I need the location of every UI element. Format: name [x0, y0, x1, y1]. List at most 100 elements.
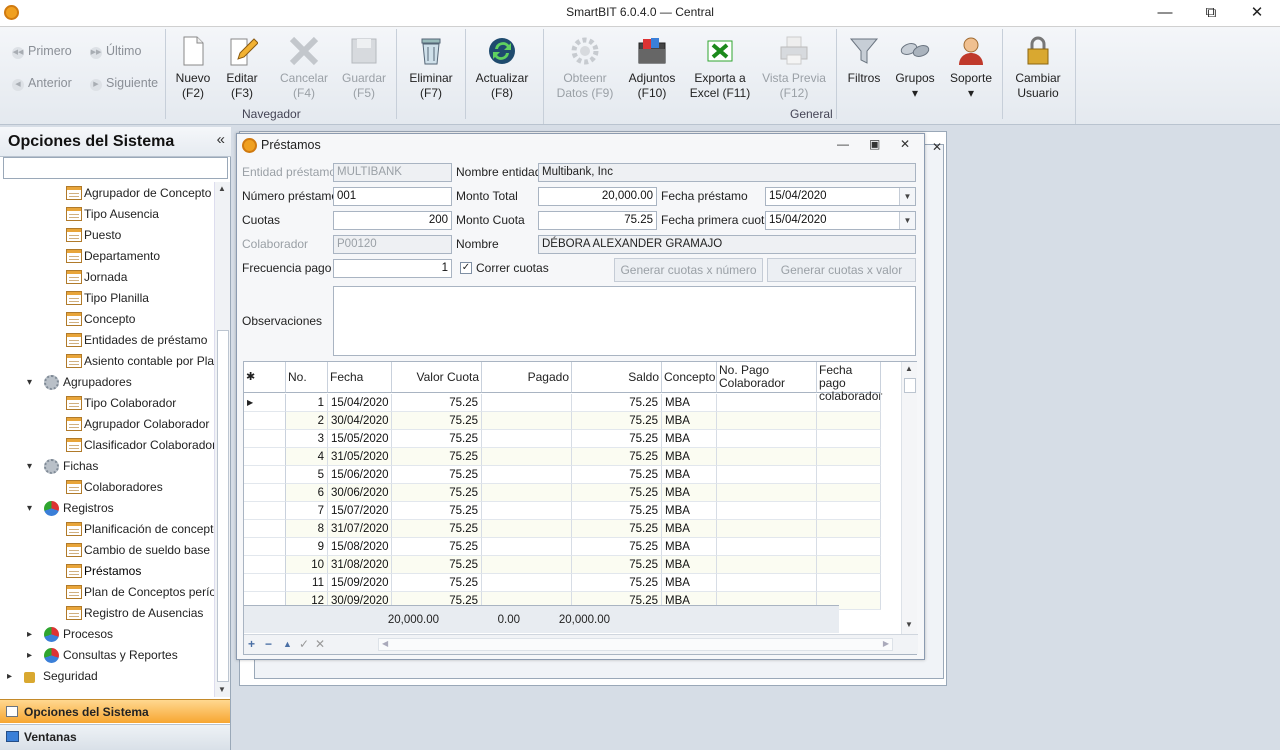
grid-cell[interactable]: 8	[286, 520, 328, 538]
grid-cell[interactable]	[817, 412, 881, 430]
grid-cell[interactable]: MBA	[662, 484, 717, 502]
scroll-down-icon[interactable]: ▼	[218, 685, 226, 694]
tree-item[interactable]: Clasificador Colaborador	[0, 435, 214, 456]
grid-cell[interactable]	[717, 538, 817, 556]
grid-cell[interactable]	[817, 484, 881, 502]
grid-cell[interactable]	[717, 574, 817, 592]
grid-cell[interactable]	[482, 466, 572, 484]
grid-cell[interactable]: 75.25	[392, 556, 482, 574]
dialog-restore-button[interactable]: ▣	[869, 137, 880, 151]
restore-button[interactable]: ⧉	[1188, 0, 1234, 27]
next-record-button[interactable]: ▶ Siguiente	[90, 76, 158, 91]
grid-cell[interactable]	[817, 430, 881, 448]
first-installment-date-field[interactable]: 15/04/2020 ▼	[765, 211, 916, 230]
dialog-close-button[interactable]: ✕	[900, 137, 910, 151]
grid-cell[interactable]: 75.25	[572, 538, 662, 556]
support-button[interactable]: Soporte ▾	[945, 35, 997, 101]
grid-cell[interactable]	[482, 484, 572, 502]
grid-cell[interactable]: 10	[286, 556, 328, 574]
grid-cell[interactable]: 75.25	[572, 502, 662, 520]
tree-item[interactable]: ▸ Consultas y Reportes	[0, 645, 214, 666]
tree-item[interactable]: Entidades de préstamo	[0, 330, 214, 351]
row-selector[interactable]	[244, 520, 286, 538]
confirm-icon[interactable]: ✓	[299, 637, 309, 651]
entity-name-field[interactable]: Multibank, Inc	[538, 163, 916, 182]
grid-cell[interactable]: 75.25	[392, 430, 482, 448]
expanded-caret-icon[interactable]: ▾	[27, 372, 32, 393]
grid-cell[interactable]	[817, 520, 881, 538]
tree-item[interactable]: Colaboradores	[0, 477, 214, 498]
grid-column-header[interactable]: Fecha	[328, 362, 392, 393]
tree-item[interactable]: Agrupador de Concepto	[0, 183, 214, 204]
chevron-down-icon[interactable]: ▼	[899, 212, 915, 229]
grid-cell[interactable]: 3	[286, 430, 328, 448]
grid-cell[interactable]	[817, 502, 881, 520]
system-options-tab[interactable]: Opciones del Sistema	[0, 699, 230, 723]
grid-cell[interactable]: 31/08/2020	[328, 556, 392, 574]
grid-cell[interactable]: MBA	[662, 502, 717, 520]
name-field[interactable]: DÉBORA ALEXANDER GRAMAJO	[538, 235, 916, 254]
background-close-icon[interactable]: ✕	[932, 140, 942, 154]
tree-search-input[interactable]	[3, 157, 228, 179]
grid-cell[interactable]: 1	[286, 394, 328, 412]
edit-button[interactable]: Editar (F3)	[219, 35, 265, 101]
minimize-button[interactable]: —	[1142, 0, 1188, 27]
grid-cell[interactable]	[717, 394, 817, 412]
tree-item[interactable]: Puesto	[0, 225, 214, 246]
grid-column-header[interactable]: No. Pago Colaborador	[717, 362, 817, 393]
grid-column-header[interactable]: Fecha pago colaborador	[817, 362, 882, 403]
grid-cell[interactable]	[482, 556, 572, 574]
collaborator-field[interactable]: P00120	[333, 235, 452, 254]
first-record-button[interactable]: ◀◀ Primero	[12, 44, 72, 59]
grid-cell[interactable]: 75.25	[392, 448, 482, 466]
grid-cell[interactable]	[817, 556, 881, 574]
tree-scrollbar[interactable]: ▲ ▼	[214, 182, 230, 697]
grid-cell[interactable]	[817, 394, 881, 412]
grid-cell[interactable]: MBA	[662, 574, 717, 592]
dialog-minimize-button[interactable]: —	[837, 137, 849, 151]
grid-cell[interactable]	[817, 574, 881, 592]
grid-cell[interactable]	[717, 556, 817, 574]
grid-cell[interactable]: 75.25	[572, 430, 662, 448]
grid-cell[interactable]: 75.25	[572, 412, 662, 430]
grid-cell[interactable]	[717, 412, 817, 430]
grid-column-header[interactable]: Valor Cuota	[392, 362, 482, 393]
installments-field[interactable]: 200	[333, 211, 452, 230]
groups-button[interactable]: Grupos ▾	[890, 35, 940, 101]
grid-cell[interactable]: MBA	[662, 466, 717, 484]
expanded-caret-icon[interactable]: ▾	[27, 456, 32, 477]
scroll-right-icon[interactable]: ▶	[883, 639, 889, 648]
grid-column-header[interactable]: No.	[286, 362, 328, 393]
new-button[interactable]: Nuevo (F2)	[170, 35, 216, 101]
row-selector[interactable]	[244, 574, 286, 592]
tree-item[interactable]: Registro de Ausencias	[0, 603, 214, 624]
remove-row-icon[interactable]: −	[265, 637, 272, 651]
grid-cell[interactable]: MBA	[662, 430, 717, 448]
collapse-panel-icon[interactable]: «	[217, 131, 225, 148]
grid-cell[interactable]	[717, 502, 817, 520]
grid-cell[interactable]	[817, 538, 881, 556]
grid-scroll-up-icon[interactable]: ▲	[905, 364, 913, 373]
chevron-down-icon[interactable]: ▼	[899, 188, 915, 205]
windows-tab[interactable]: Ventanas	[0, 724, 230, 750]
row-selector[interactable]	[244, 448, 286, 466]
grid-column-header[interactable]: Concepto	[662, 362, 717, 393]
grid-cell[interactable]: MBA	[662, 538, 717, 556]
grid-cell[interactable]: MBA	[662, 412, 717, 430]
grid-cell[interactable]	[482, 538, 572, 556]
tree-item[interactable]: Planificación de conceptos	[0, 519, 214, 540]
grid-cell[interactable]: 75.25	[572, 574, 662, 592]
add-row-icon[interactable]: +	[248, 637, 255, 651]
grid-cell[interactable]: 15/05/2020	[328, 430, 392, 448]
change-user-button[interactable]: Cambiar Usuario	[1010, 35, 1066, 101]
tree-item[interactable]: Asiento contable por Planti	[0, 351, 214, 372]
grid-cell[interactable]: 2	[286, 412, 328, 430]
row-selector[interactable]	[244, 502, 286, 520]
grid-cell[interactable]: 15/09/2020	[328, 574, 392, 592]
grid-cell[interactable]: 75.25	[572, 448, 662, 466]
grid-cell[interactable]: 5	[286, 466, 328, 484]
previous-record-button[interactable]: ◀ Anterior	[12, 76, 72, 91]
tree-item[interactable]: Agrupador Colaborador	[0, 414, 214, 435]
grid-cell[interactable]: 15/04/2020	[328, 394, 392, 412]
grid-cell[interactable]	[717, 448, 817, 466]
